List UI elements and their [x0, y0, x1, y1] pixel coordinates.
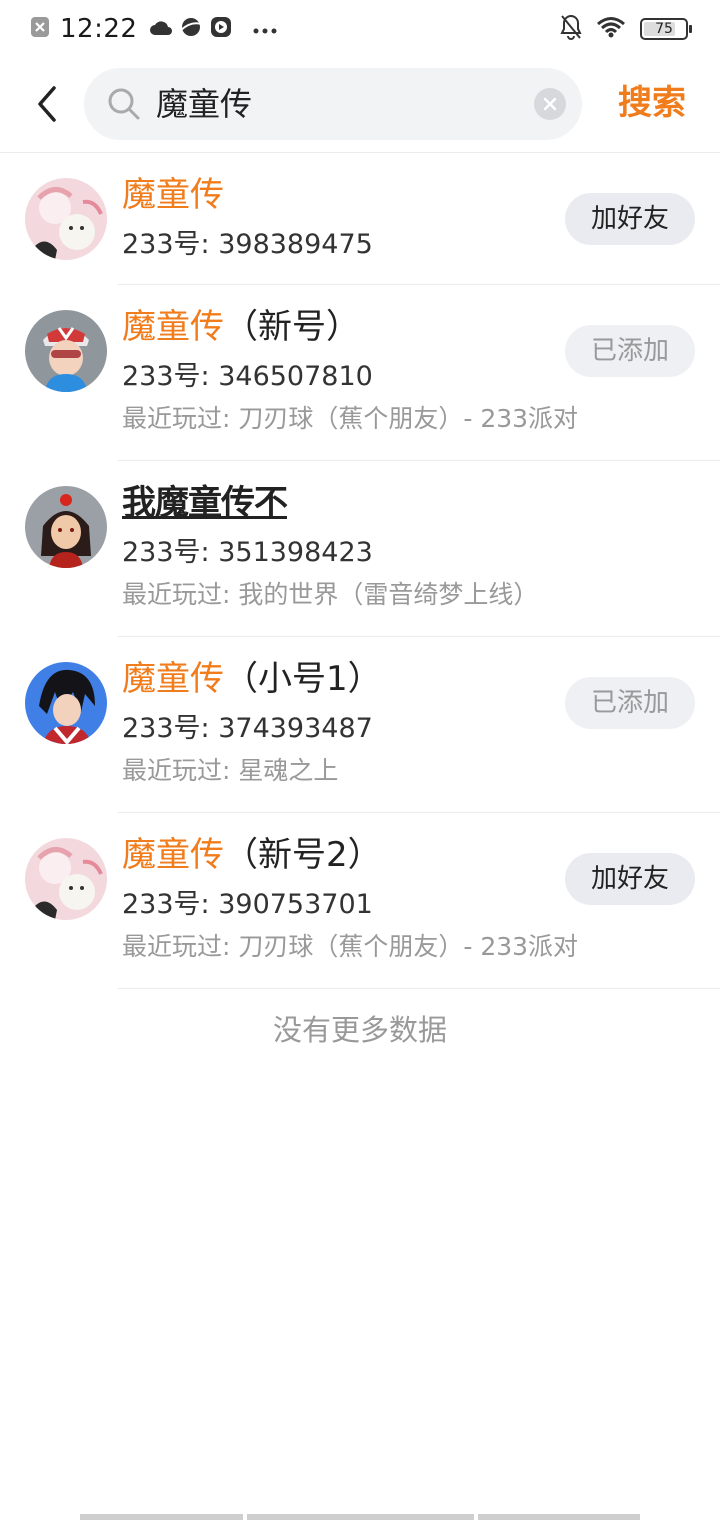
name-suffix: （新号）	[224, 307, 360, 347]
bell-off-icon	[560, 14, 582, 44]
search-header: 魔童传 搜索	[0, 66, 720, 144]
search-button[interactable]: 搜索	[618, 82, 686, 124]
add-friend-button[interactable]: 加好友	[565, 193, 695, 245]
avatar[interactable]	[25, 486, 107, 568]
play-circle-icon	[209, 15, 233, 43]
recently-played: 最近玩过: 刀刃球（蕉个朋友）- 233派对	[122, 404, 579, 433]
more-dots-icon	[253, 20, 277, 39]
list-item[interactable]: 魔童传 233号: 398389475 加好友	[0, 153, 720, 285]
avatar[interactable]	[25, 838, 107, 920]
wifi-icon	[596, 16, 626, 42]
name-suffix: （新号2）	[224, 835, 382, 875]
chevron-left-icon	[38, 86, 56, 122]
avatar[interactable]	[25, 310, 107, 392]
search-icon	[106, 86, 142, 126]
recently-played: 最近玩过: 我的世界（雷音绮梦上线）	[122, 580, 539, 609]
added-status-button[interactable]: 已添加	[565, 325, 695, 377]
name-highlight: 魔童传	[122, 659, 224, 699]
cloud-icon	[149, 17, 173, 41]
no-more-data-label: 没有更多数据	[272, 1013, 447, 1047]
user-name[interactable]: 魔童传（小号1）	[122, 657, 382, 701]
search-query[interactable]: 魔童传	[156, 84, 252, 124]
row-divider	[118, 988, 720, 989]
search-input[interactable]: 魔童传	[84, 68, 582, 140]
battery-icon: 75	[640, 18, 692, 40]
name-suffix: 我魔童传不	[122, 483, 288, 523]
recently-played: 最近玩过: 刀刃球（蕉个朋友）- 233派对	[122, 932, 579, 961]
add-friend-button[interactable]: 加好友	[565, 853, 695, 905]
added-status-button[interactable]: 已添加	[565, 677, 695, 729]
user-name[interactable]: 魔童传（新号）	[122, 305, 360, 349]
user-id: 233号: 346507810	[122, 361, 373, 392]
name-highlight: 魔童传	[122, 307, 224, 347]
status-bar: 12:22 75	[0, 0, 720, 58]
user-id: 233号: 351398423	[122, 537, 373, 568]
user-id: 233号: 398389475	[122, 229, 373, 260]
planet-icon	[179, 15, 203, 43]
user-name[interactable]: 我魔童传不	[122, 481, 288, 525]
user-id: 233号: 390753701	[122, 889, 373, 920]
back-button[interactable]	[28, 84, 68, 124]
clear-button[interactable]	[534, 88, 566, 120]
search-results-screen: 12:22 75 魔童传 搜索 魔童传 233号: 398389475 加好友 …	[0, 0, 720, 1520]
home-indicator[interactable]	[80, 1514, 640, 1520]
user-id: 233号: 374393487	[122, 713, 373, 744]
close-square-icon	[30, 16, 50, 42]
battery-level: 75	[655, 21, 673, 37]
name-suffix: （小号1）	[224, 659, 382, 699]
list-item[interactable]: 魔童传（新号） 233号: 346507810 最近玩过: 刀刃球（蕉个朋友）-…	[0, 285, 720, 461]
list-item[interactable]: 魔童传（新号2） 233号: 390753701 最近玩过: 刀刃球（蕉个朋友）…	[0, 813, 720, 989]
avatar[interactable]	[25, 178, 107, 260]
recently-played: 最近玩过: 星魂之上	[122, 756, 339, 785]
user-name[interactable]: 魔童传（新号2）	[122, 833, 382, 877]
list-item[interactable]: 我魔童传不 233号: 351398423 最近玩过: 我的世界（雷音绮梦上线）	[0, 461, 720, 637]
name-highlight: 魔童传	[122, 835, 224, 875]
user-result-list: 魔童传 233号: 398389475 加好友 魔童传（新号） 233号: 34…	[0, 153, 720, 989]
close-icon	[543, 97, 557, 111]
name-highlight: 魔童传	[122, 175, 224, 215]
list-item[interactable]: 魔童传（小号1） 233号: 374393487 最近玩过: 星魂之上 已添加	[0, 637, 720, 813]
clock: 12:22	[60, 14, 138, 44]
avatar[interactable]	[25, 662, 107, 744]
user-name[interactable]: 魔童传	[122, 173, 224, 217]
